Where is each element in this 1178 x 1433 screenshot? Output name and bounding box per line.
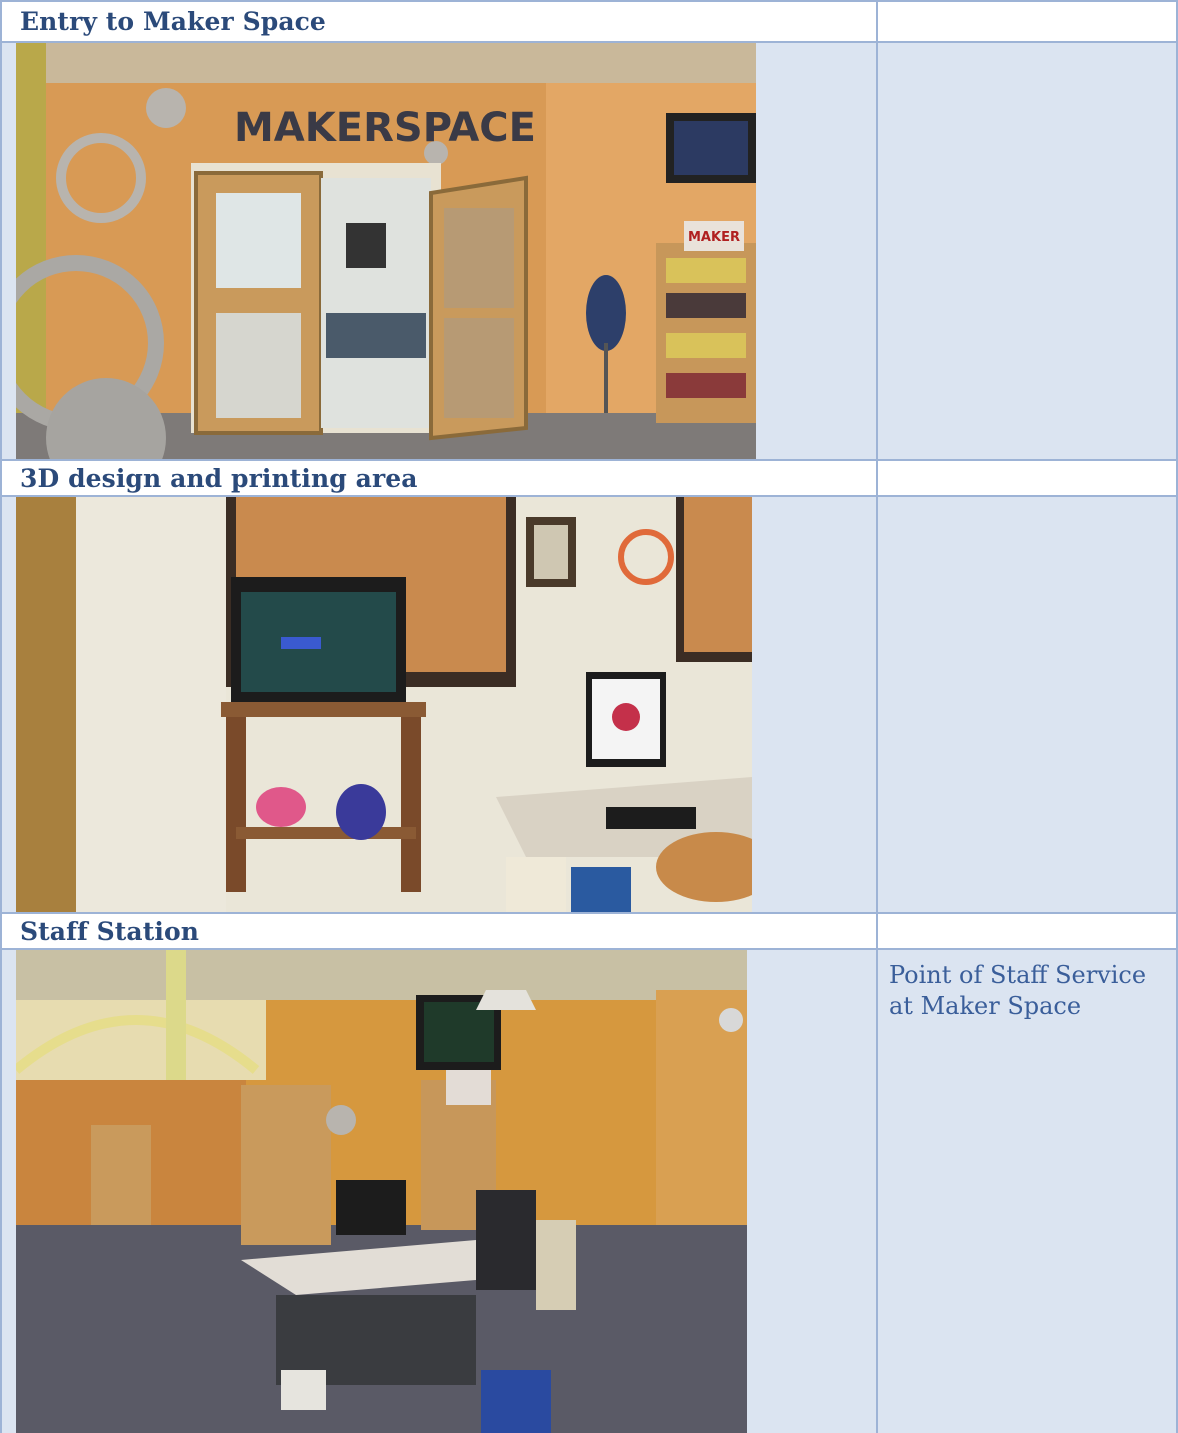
section-header-row: 3D design and printing area bbox=[0, 459, 1178, 497]
section-heading: 3D design and printing area bbox=[20, 464, 418, 493]
maker-space-sign-text: MAKERSPACE bbox=[234, 105, 536, 151]
staff-station-caption: Point of Staff Service at Maker Space bbox=[889, 961, 1147, 1020]
maker-space-entrance-photo: MAKERSPACE MAKER bbox=[16, 43, 756, 459]
section-header-row: Staff Station bbox=[0, 912, 1178, 950]
document-table: Entry to Maker Space 3D design and print… bbox=[0, 0, 1178, 1433]
caption-cell bbox=[876, 497, 1178, 912]
section-heading: Staff Station bbox=[20, 917, 200, 946]
staff-station-photo bbox=[16, 950, 747, 1433]
column-divider bbox=[876, 0, 878, 1433]
book-display-sign-text: MAKER bbox=[688, 230, 740, 245]
caption-cell bbox=[876, 950, 1178, 1433]
caption-cell bbox=[876, 43, 1178, 459]
section-heading: Entry to Maker Space bbox=[20, 7, 326, 36]
3d-printing-area-photo bbox=[16, 497, 752, 912]
section-header-row: Entry to Maker Space bbox=[0, 0, 1178, 43]
